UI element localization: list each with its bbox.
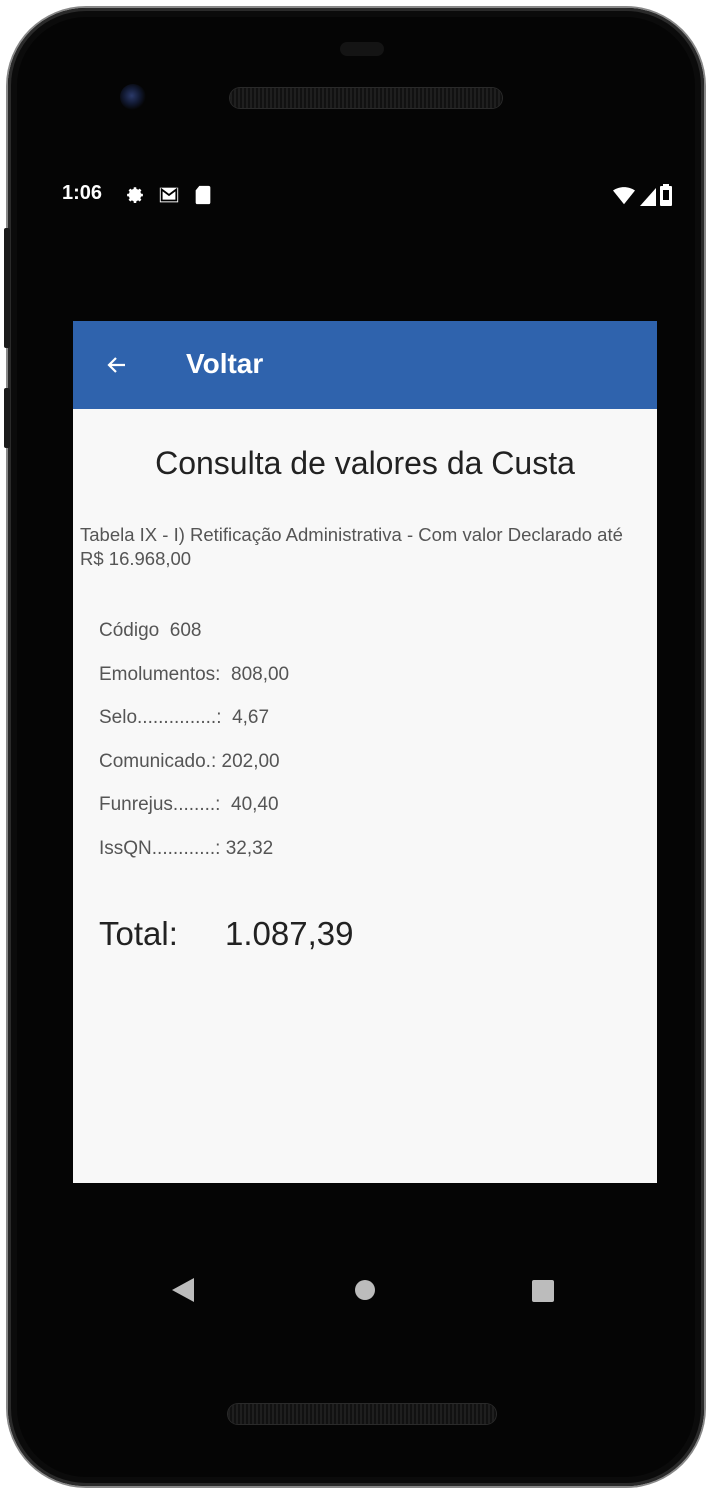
bottom-speaker xyxy=(228,1404,496,1424)
row-value: 202,00 xyxy=(221,751,280,772)
signal-icon xyxy=(639,188,656,206)
row-value: 808,00 xyxy=(231,664,290,685)
arrow-left-icon[interactable] xyxy=(105,353,129,377)
row-funrejus: Funrejus........: 40,40 xyxy=(99,794,279,816)
row-label: Selo...............: xyxy=(99,707,222,728)
row-selo: Selo...............: 4,67 xyxy=(99,707,269,729)
status-right-icons xyxy=(613,184,672,211)
settings-icon xyxy=(127,187,143,203)
row-emolumentos: Emolumentos: 808,00 xyxy=(99,664,289,686)
battery-icon xyxy=(660,184,672,206)
wifi-icon xyxy=(613,187,636,205)
nav-recents-icon[interactable] xyxy=(532,1280,554,1302)
volume-button xyxy=(4,228,10,348)
row-label: Emolumentos: xyxy=(99,664,221,685)
row-value: 32,32 xyxy=(225,838,274,859)
app-bar: Voltar xyxy=(73,321,657,409)
app-screen: Voltar Consulta de valores da Custa Tabe… xyxy=(73,321,657,1183)
nav-home-icon[interactable] xyxy=(355,1280,375,1300)
row-label: IssQN............: xyxy=(99,838,221,859)
front-camera xyxy=(120,84,146,110)
page-title: Consulta de valores da Custa xyxy=(155,445,575,481)
sd-card-icon xyxy=(195,185,211,205)
row-value: 4,67 xyxy=(232,707,270,728)
status-bar: 1:06 xyxy=(62,178,672,214)
nav-back-icon[interactable] xyxy=(172,1278,194,1302)
status-time: 1:06 xyxy=(62,182,103,204)
row-value: 608 xyxy=(169,620,202,641)
total-label: Total: xyxy=(99,915,178,952)
row-label: Código xyxy=(99,620,160,641)
sensor xyxy=(340,42,384,56)
row-label: Comunicado.: xyxy=(99,751,217,772)
row-codigo: Código 608 xyxy=(99,620,201,642)
row-label: Funrejus........: xyxy=(99,794,221,815)
power-button xyxy=(4,388,10,448)
top-speaker xyxy=(230,88,502,108)
row-comunicado: Comunicado.: 202,00 xyxy=(99,751,280,773)
row-issqn: IssQN............: 32,32 xyxy=(99,838,273,860)
row-value: 40,40 xyxy=(231,794,279,815)
back-title[interactable]: Voltar xyxy=(186,348,263,380)
total-value: 1.087,39 xyxy=(225,915,354,952)
table-description: Tabela IX - I) Retificação Administrativ… xyxy=(80,524,623,569)
gmail-icon xyxy=(159,187,179,203)
